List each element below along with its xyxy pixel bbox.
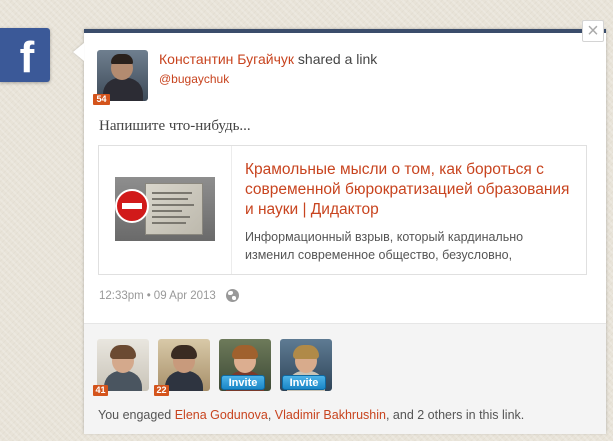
share-action-text: shared a link (297, 51, 378, 67)
invite-button-2[interactable]: Invite (282, 375, 326, 390)
engaged-klout-badge-1: 41 (93, 385, 108, 396)
link-preview[interactable]: Крамольные мысли о том, как бороться с с… (98, 145, 587, 275)
engaged-klout-badge-2: 22 (154, 385, 169, 396)
author-name-link[interactable]: Константин Бугайчук (159, 51, 294, 67)
facebook-icon: f (19, 33, 35, 82)
meta-separator: • (146, 289, 151, 302)
engaged-suffix: , and 2 others in this link. (385, 408, 525, 422)
author-handle-link[interactable]: @bugaychuk (159, 72, 229, 86)
post-card: 54 Константин Бугайчук shared a link @bu… (84, 29, 606, 434)
engaged-avatar-3[interactable]: Invite (219, 339, 271, 391)
author-avatar-wrapper[interactable]: 54 (93, 50, 148, 105)
engaged-name-link-2[interactable]: Vladimir Bakhrushin (275, 408, 386, 422)
post-meta: 12:33pm • 09 Apr 2013 (99, 289, 239, 302)
close-button[interactable]: × (582, 20, 604, 42)
engaged-comma: , (267, 408, 275, 422)
globe-icon[interactable] (225, 289, 239, 302)
engaged-person-4[interactable]: Invite (280, 339, 332, 391)
engaged-name-link-1[interactable]: Elena Godunova (175, 408, 268, 422)
engaged-avatar-1[interactable] (97, 339, 149, 391)
engaged-summary: You engaged Elena Godunova, Vladimir Bak… (98, 408, 524, 422)
engaged-avatar-2[interactable] (158, 339, 210, 391)
link-thumbnail-area (99, 146, 232, 274)
post-time: 12:33pm (99, 289, 144, 302)
link-title[interactable]: Крамольные мысли о том, как бороться с с… (245, 160, 575, 220)
engaged-person-2[interactable]: 22 (154, 339, 210, 396)
invite-button-1[interactable]: Invite (221, 375, 265, 390)
no-entry-sign-icon (115, 189, 149, 223)
link-thumbnail-image[interactable] (115, 177, 215, 241)
engaged-person-3[interactable]: Invite (219, 339, 271, 391)
engaged-section: 41 22 Invite Invite You engaged Elena Go… (84, 323, 606, 434)
engaged-prefix: You engaged (98, 408, 175, 422)
post-date: 09 Apr 2013 (153, 289, 216, 302)
facebook-tab[interactable]: f (0, 28, 50, 82)
link-description: Информационный взрыв, который кардинальн… (245, 230, 524, 262)
engaged-avatar-4[interactable]: Invite (280, 339, 332, 391)
engaged-person-1[interactable]: 41 (93, 339, 149, 396)
author-line: Константин Бугайчук shared a link (159, 51, 377, 67)
author-klout-badge: 54 (93, 94, 110, 105)
post-message: Напишите что-нибудь... (99, 118, 251, 134)
